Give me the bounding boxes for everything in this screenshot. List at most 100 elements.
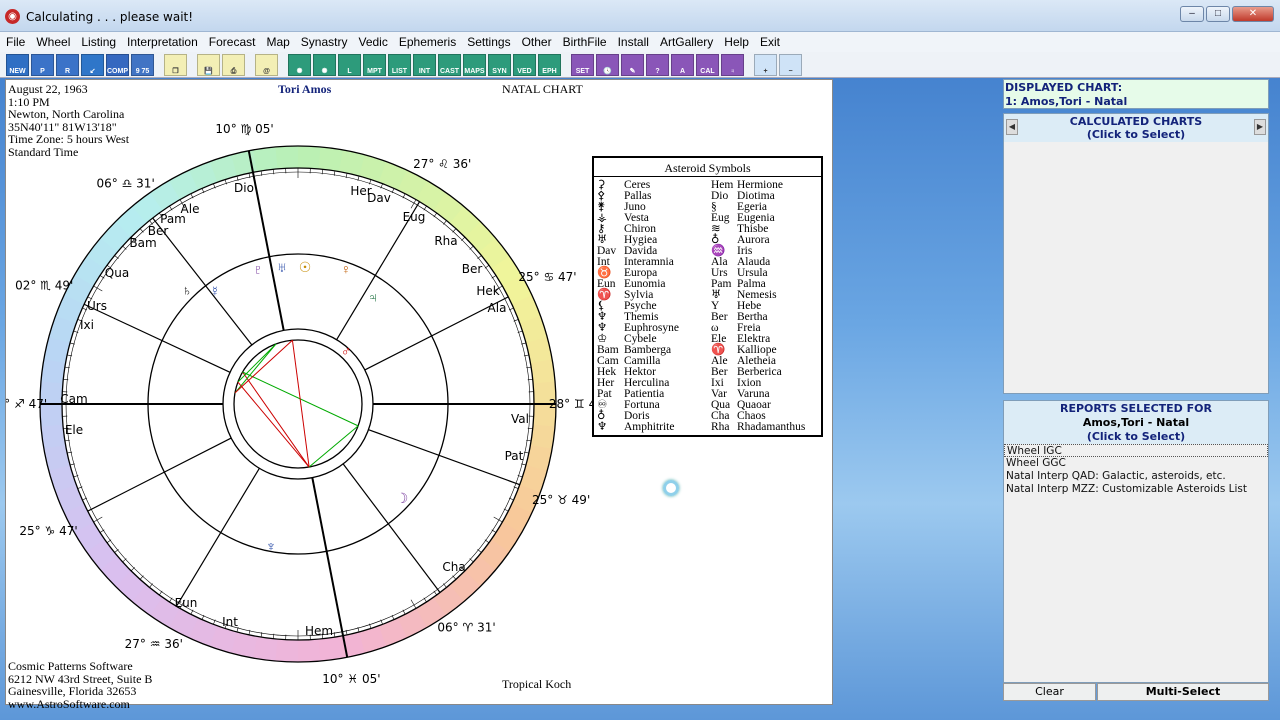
toolbar-button-13[interactable]: MPT xyxy=(363,54,386,76)
maximize-button[interactable]: □ xyxy=(1206,6,1230,22)
toolbar-button-12[interactable]: L xyxy=(338,54,361,76)
toolbar-button-8[interactable]: ⎙ xyxy=(222,54,245,76)
chart-name: Tori Amos xyxy=(278,82,332,96)
cusp-label: 28° ♐ 47' xyxy=(6,397,47,411)
toolbar-button-1[interactable]: P xyxy=(31,54,54,76)
asteroid-row: ♆ Amphitrite Rha Rhadamanthus xyxy=(594,421,821,433)
menu-synastry[interactable]: Synastry xyxy=(295,32,353,49)
menu-vedic[interactable]: Vedic xyxy=(352,32,392,49)
calculated-charts-subtitle[interactable]: (Click to Select) xyxy=(1004,128,1268,141)
report-item[interactable]: Wheel IGC xyxy=(1004,444,1268,457)
toolbar-button-19[interactable]: VED xyxy=(513,54,536,76)
cusp-label: 27° ♌ 36' xyxy=(413,157,471,171)
toolbar-button-27[interactable]: ♃ xyxy=(721,54,744,76)
menu-other[interactable]: Other xyxy=(516,32,557,49)
menu-interpretation[interactable]: Interpretation xyxy=(121,32,203,49)
cusp-sign: ♌ xyxy=(438,157,449,171)
menu-file[interactable]: File xyxy=(0,32,30,49)
toolbar-button-20[interactable]: EPH xyxy=(538,54,561,76)
calculated-charts-panel[interactable]: CALCULATED CHARTS (Click to Select) ◀ ▶ xyxy=(1003,113,1269,394)
degree-tick xyxy=(477,549,482,553)
toolbar-button-6[interactable]: ❐ xyxy=(164,54,187,76)
toolbar-button-4[interactable]: COMP xyxy=(106,54,129,76)
aspect-line xyxy=(237,343,277,383)
toolbar-button-0[interactable]: NEW xyxy=(6,54,29,76)
asteroid-label: Eun xyxy=(175,596,198,610)
zodiac-segment xyxy=(274,146,298,170)
cusp-min: 36' xyxy=(164,637,183,651)
reports-panel: REPORTS SELECTED FOR Amos,Tori - Natal (… xyxy=(1003,400,1269,683)
menu-help[interactable]: Help xyxy=(718,32,754,49)
toolbar-button-10[interactable]: ✺ xyxy=(288,54,311,76)
menu-wheel[interactable]: Wheel xyxy=(30,32,75,49)
degree-tick xyxy=(452,228,457,233)
report-item[interactable]: Natal Interp QAD: Galactic, asteroids, e… xyxy=(1004,470,1268,483)
name: Rhadamanthus xyxy=(737,421,806,433)
cusp-deg: 25° xyxy=(518,270,539,284)
symbol: Rha xyxy=(711,421,730,433)
planet-glyph: ☉ xyxy=(299,259,312,275)
toolbar-button-5[interactable]: 9 75 xyxy=(131,54,154,76)
toolbar-button-18[interactable]: SYN xyxy=(488,54,511,76)
close-button[interactable]: ✕ xyxy=(1232,6,1274,22)
planet-glyph: ☿ xyxy=(210,283,221,299)
asteroid-label: Val xyxy=(511,412,529,426)
asteroid-label: Int xyxy=(222,615,238,629)
minimize-button[interactable]: – xyxy=(1180,6,1204,22)
menu-settings[interactable]: Settings xyxy=(461,32,515,49)
toolbar-button-3[interactable]: ↙ xyxy=(81,54,104,76)
report-item[interactable]: Natal Interp MZZ: Customizable Asteroids… xyxy=(1004,483,1268,496)
degree-tick xyxy=(469,245,474,250)
menu-ephemeris[interactable]: Ephemeris xyxy=(393,32,461,49)
report-item[interactable]: Wheel GGC xyxy=(1004,457,1268,470)
clear-button[interactable]: Clear xyxy=(1003,683,1096,701)
cusp-min: 49' xyxy=(572,493,591,507)
planet-glyph: ♃ xyxy=(368,289,379,305)
menu-artgallery[interactable]: ArtGallery xyxy=(654,32,718,49)
cusp-deg: 10° xyxy=(215,122,236,136)
toolbar-button-9[interactable]: @ xyxy=(255,54,278,76)
house-cusp-line xyxy=(247,150,285,331)
toolbar-button-23[interactable]: ✎ xyxy=(621,54,644,76)
cusp-label: 10° ♓ 05' xyxy=(322,672,380,686)
menu-birthfile[interactable]: BirthFile xyxy=(557,32,612,49)
scroll-left-icon[interactable]: ◀ xyxy=(1006,119,1018,135)
displayed-chart-value: 1: Amos,Tori - Natal xyxy=(1005,95,1128,108)
toolbar-button-26[interactable]: CAL xyxy=(696,54,719,76)
toolbar-button-22[interactable]: 🕓 xyxy=(596,54,619,76)
toolbar-button-21[interactable]: SET xyxy=(571,54,594,76)
asteroid-label: Ber xyxy=(148,224,169,238)
menu-map[interactable]: Map xyxy=(260,32,294,49)
toolbar-button-16[interactable]: CAST xyxy=(438,54,461,76)
toolbar-button-11[interactable]: ✺ xyxy=(313,54,336,76)
cusp-deg: 28° xyxy=(549,397,570,411)
birth-info-line: August 22, 1963 xyxy=(8,82,88,96)
cusp-sign: ♑ xyxy=(44,524,55,538)
menu-install[interactable]: Install xyxy=(612,32,654,49)
chart-wheel[interactable]: 10° ♍ 05' 27° ♌ 36' 25° ♋ 47' 28° ♊ 47' … xyxy=(6,100,596,700)
multi-select-button[interactable]: Multi-Select xyxy=(1097,683,1269,701)
toolbar-button-25[interactable]: A xyxy=(671,54,694,76)
degree-tick xyxy=(122,245,127,250)
toolbar-button-2[interactable]: R xyxy=(56,54,79,76)
menu-listing[interactable]: Listing xyxy=(75,32,121,49)
reports-subtitle[interactable]: (Click to Select) xyxy=(1004,430,1268,444)
toolbar-button-24[interactable]: ? xyxy=(646,54,669,76)
asteroid-label: Bam xyxy=(129,236,156,250)
asteroid-label: Cha xyxy=(442,560,465,574)
degree-tick xyxy=(130,567,135,572)
toolbar-button-14[interactable]: LIST xyxy=(388,54,411,76)
toolbar-button-29[interactable]: − xyxy=(779,54,802,76)
menu-bar: File Wheel Listing Interpretation Forecast Ma… xyxy=(0,32,1280,52)
displayed-chart-box: DISPLAYED CHART: 1: Amos,Tori - Natal xyxy=(1003,79,1269,109)
toolbar-button-7[interactable]: 💾 xyxy=(197,54,220,76)
aspect-line xyxy=(242,371,310,468)
toolbar-button-28[interactable]: + xyxy=(754,54,777,76)
menu-exit[interactable]: Exit xyxy=(754,32,785,49)
scroll-right-icon[interactable]: ▶ xyxy=(1254,119,1266,135)
toolbar-button-15[interactable]: INT xyxy=(413,54,436,76)
menu-forecast[interactable]: Forecast xyxy=(203,32,261,49)
calculated-charts-title: CALCULATED CHARTS xyxy=(1069,115,1203,128)
toolbar-button-17[interactable]: MAPS xyxy=(463,54,486,76)
cusp-sign: ♈ xyxy=(462,621,473,635)
